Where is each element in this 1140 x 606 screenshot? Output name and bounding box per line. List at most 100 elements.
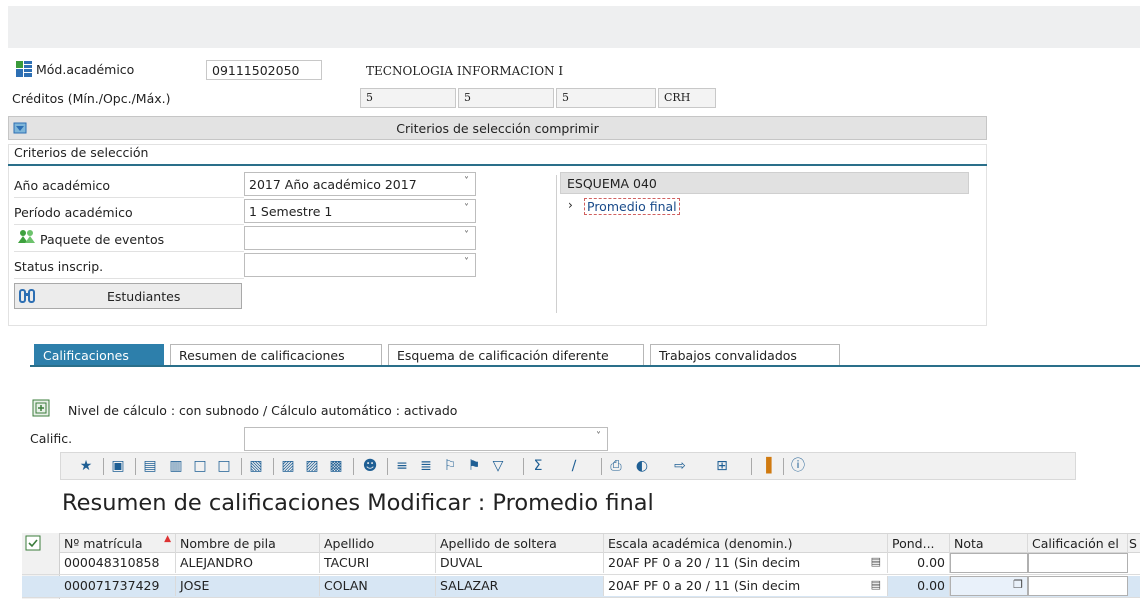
academic-period-value: 1 Semestre 1 [249, 204, 333, 219]
col-soltera[interactable]: Apellido de soltera [436, 534, 604, 554]
calc-level-text: Nivel de cálculo : con subnodo / Cálculo… [68, 403, 458, 418]
title-bar [8, 6, 1140, 48]
filter-icon[interactable]: ▽ [489, 457, 507, 475]
credits-opc: 5 [458, 88, 554, 108]
tab-resumen-calificaciones[interactable]: Resumen de calificaciones [170, 344, 382, 366]
enrollment-status-select[interactable]: ˅ [244, 253, 476, 277]
event-package-label: Paquete de eventos [40, 232, 165, 247]
criteria-divider [8, 164, 987, 166]
value-help-icon[interactable]: ▤ [871, 578, 881, 591]
nota-input[interactable] [950, 553, 1028, 573]
credits-label: Créditos (Mín./Opc./Máx.) [12, 91, 171, 106]
cell-soltera: SALAZAR [436, 576, 604, 596]
find-next-icon[interactable]: ⚑ [465, 457, 483, 475]
cell-matricula: 000071737429 [60, 576, 176, 596]
tab-calificaciones[interactable]: Calificaciones [34, 344, 164, 366]
cell-escala: 20AF PF 0 a 20 / 11 (Sin decim ▤ [604, 576, 888, 596]
col-calificacion[interactable]: Calificación el [1028, 534, 1128, 554]
tree-expand-icon[interactable]: › [568, 198, 573, 212]
calc-level-icon[interactable] [32, 399, 50, 417]
col-s[interactable]: S [1128, 534, 1140, 554]
students-button[interactable]: Estudiantes [14, 283, 242, 309]
cell-matricula: 000048310858 [60, 553, 176, 573]
schema-item[interactable]: Promedio final [584, 198, 680, 215]
academic-year-select[interactable]: 2017 Año académico 2017 ˅ [244, 172, 476, 196]
calificacion-input[interactable] [1028, 576, 1128, 596]
chevron-down-icon: ˅ [596, 431, 601, 442]
academic-year-label: Año académico [14, 172, 244, 198]
select-all-icon[interactable]: ▨ [279, 457, 297, 475]
cell-pond: 0.00 [888, 576, 950, 596]
tab-esquema-diferente[interactable]: Esquema de calificación diferente [388, 344, 644, 366]
tabs-underline [30, 365, 1140, 367]
value-help-icon[interactable]: ▤ [871, 555, 881, 568]
f4-help-icon[interactable]: ❐ [1013, 578, 1023, 591]
sort-desc-icon[interactable]: ≣ [417, 457, 435, 475]
module-code-field[interactable]: 09111502050 [206, 60, 322, 80]
selection-panel-header[interactable]: Criterios de selección comprimir [8, 116, 987, 140]
tab-trabajos-convalidados[interactable]: Trabajos convalidados [650, 344, 840, 366]
find-icon[interactable]: ⚐ [441, 457, 459, 475]
col-nota[interactable]: Nota [950, 534, 1028, 554]
nota-input[interactable]: ❐ [950, 576, 1028, 596]
module-label: Mód.académico [36, 62, 135, 77]
chevron-down-icon: ˅ [464, 230, 469, 241]
copy-icon[interactable]: ▥ [167, 457, 185, 475]
schema-header: ESQUEMA 040 [560, 172, 969, 194]
academic-period-select[interactable]: 1 Semestre 1 ˅ [244, 199, 476, 223]
binoculars-icon [19, 288, 35, 304]
col-pond[interactable]: Pond... [888, 534, 950, 554]
academic-period-label: Período académico [14, 199, 244, 225]
grid-title: Resumen de calificaciones Modificar : Pr… [62, 490, 654, 516]
grid-toolbar: ★ ▣ ▤ ▥ □ □ ▧ ▨ ▨ ▩ ☻ ≡ ≣ ⚐ ⚑ ▽ Σ ∕ ⎙ ◐ … [60, 452, 1076, 480]
event-package-label-row: Paquete de eventos [14, 226, 244, 252]
col-matricula[interactable]: Nº matrícula ▲ [60, 534, 176, 554]
table-row[interactable]: 000048310858 ALEJANDRO TACURI DUVAL 20AF… [22, 553, 1140, 575]
person-icon[interactable]: ☻ [361, 457, 379, 475]
cell-nombre: ALEJANDRO [176, 553, 320, 573]
sum-icon[interactable]: Σ [529, 457, 547, 475]
students-button-label: Estudiantes [107, 289, 181, 304]
subtotal-icon[interactable]: ∕ [565, 457, 583, 475]
cell-nombre: JOSE [176, 576, 320, 596]
selection-panel-title: Criterios de selección comprimir [396, 121, 599, 136]
views-icon[interactable]: ◐ [633, 457, 651, 475]
select-all-rows-icon[interactable] [25, 535, 41, 551]
col-nombre[interactable]: Nombre de pila [176, 534, 320, 554]
credits-min: 5 [360, 88, 456, 108]
module-name: TECNOLOGIA INFORMACION I [366, 64, 564, 78]
calific-label: Calific. [30, 431, 73, 446]
calificacion-input[interactable] [1028, 553, 1128, 573]
grid-header: Nº matrícula ▲ Nombre de pila Apellido A… [60, 533, 1140, 554]
sort-asc-icon[interactable]: ≡ [393, 457, 411, 475]
chevron-down-icon: ˅ [464, 203, 469, 214]
export-icon[interactable]: ⇨ [671, 457, 689, 475]
academic-year-value: 2017 Año académico 2017 [249, 177, 417, 192]
graphic-icon[interactable]: ▐ [757, 457, 775, 475]
layout-icon[interactable]: ⊞ [713, 457, 731, 475]
cell-pond: 0.00 [888, 553, 950, 573]
import-icon[interactable]: ▧ [247, 457, 265, 475]
insert-icon[interactable]: ▩ [327, 457, 345, 475]
criteria-title: Criterios de selección [14, 145, 149, 160]
cell-soltera: DUVAL [436, 553, 604, 573]
info-icon[interactable]: ⓘ [789, 457, 807, 475]
cell-apellido: COLAN [320, 576, 436, 596]
details-icon[interactable]: ▤ [141, 457, 159, 475]
sort-asc-indicator-icon: ▲ [164, 534, 171, 544]
col-apellido[interactable]: Apellido [320, 534, 436, 554]
table-row[interactable]: 000071737429 JOSE COLAN SALAZAR 20AF PF … [22, 576, 1140, 598]
cell-escala: 20AF PF 0 a 20 / 11 (Sin decim ▤ [604, 553, 888, 573]
deselect-all-icon[interactable]: ▨ [303, 457, 321, 475]
module-icon [16, 61, 32, 77]
calific-select[interactable]: ˅ [244, 427, 608, 451]
lock-icon[interactable]: □ [191, 457, 209, 475]
chevron-down-icon: ˅ [464, 257, 469, 268]
col-escala[interactable]: Escala académica (denomin.) [604, 534, 888, 554]
print-icon[interactable]: ⎙ [607, 457, 625, 475]
event-package-select[interactable]: ˅ [244, 226, 476, 250]
save-icon[interactable]: ▣ [109, 457, 127, 475]
glasses-icon[interactable]: ★ [77, 457, 95, 475]
cell-apellido: TACURI [320, 553, 436, 573]
unlock-icon[interactable]: □ [215, 457, 233, 475]
